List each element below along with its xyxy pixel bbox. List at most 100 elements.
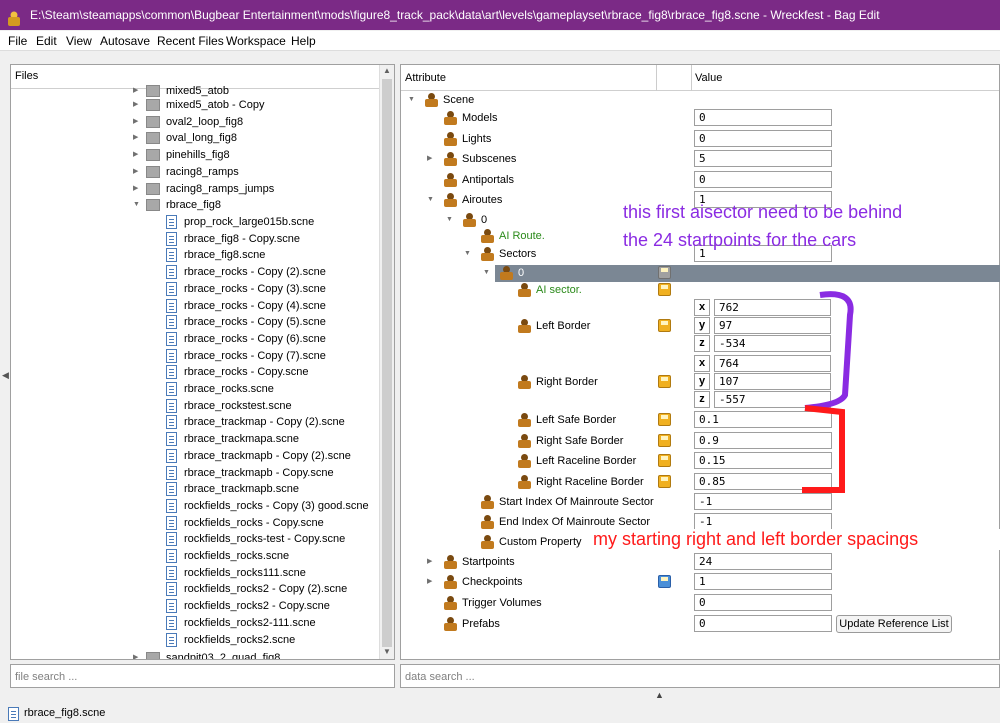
save-icon[interactable] [658, 575, 671, 588]
right-raceline-border-node-label: Right Raceline Border [536, 476, 644, 488]
node-icon [500, 266, 513, 280]
menu-workspace[interactable]: Workspace [226, 34, 286, 48]
trigger-volumes-node[interactable]: Trigger Volumes 0 [0, 594, 1000, 612]
chevron-down-icon[interactable]: ▼ [408, 91, 415, 109]
update-reference-list-button[interactable]: Update Reference List [836, 615, 952, 633]
models-node-value[interactable]: 0 [694, 109, 832, 126]
antiportals-node-label: Antiportals [462, 174, 514, 186]
red-bracket [802, 405, 845, 493]
trigger-volumes-node-value[interactable]: 0 [694, 594, 832, 611]
chevron-down-icon[interactable]: ▼ [427, 191, 434, 209]
file-label: rbrace_rocks - Copy (4).scne [184, 299, 326, 312]
prefabs-node-value[interactable]: 0 [694, 615, 832, 632]
checkpoints-node-value[interactable]: 1 [694, 573, 832, 590]
sectors-node-label: Sectors [499, 248, 537, 260]
save-icon[interactable] [658, 434, 671, 447]
node-icon [518, 475, 531, 489]
node-icon [425, 93, 438, 107]
status-bar: rbrace_fig8.scne [0, 703, 1000, 723]
ai-sector-node-label: AI sector. [536, 284, 582, 296]
file-search-input[interactable]: file search ... [10, 664, 395, 688]
right-border-y-axis-label: y [694, 373, 710, 390]
file-icon [166, 348, 177, 363]
node-icon [444, 555, 457, 569]
app-icon [7, 7, 21, 26]
left-border-z-axis-label: z [694, 335, 710, 352]
menu-autosave[interactable]: Autosave [100, 34, 150, 48]
node-icon [518, 434, 531, 448]
file-icon [8, 707, 19, 721]
node-icon [481, 535, 494, 549]
node-icon [444, 152, 457, 166]
file-item[interactable]: rbrace_rocks - Copy (7).scne [11, 348, 379, 364]
sector-0-node[interactable]: ▼ 0 [0, 264, 1000, 282]
airoutes-node-label: Airoutes [462, 194, 503, 206]
node-icon [444, 111, 457, 125]
file-item[interactable]: rockfields_rocks2.scne [11, 632, 379, 648]
menu-edit[interactable]: Edit [36, 34, 57, 48]
annotation-note-3: my starting right and left border spacin… [593, 529, 1000, 550]
lights-node[interactable]: Lights 0 [0, 130, 1000, 148]
node-icon [444, 617, 457, 631]
node-icon [481, 247, 494, 261]
menu-help[interactable]: Help [291, 34, 316, 48]
value-column-header[interactable]: Value [695, 72, 722, 84]
chevron-right-icon[interactable]: ▶ [427, 553, 432, 571]
chevron-down-icon[interactable]: ▼ [483, 264, 490, 282]
menu-view[interactable]: View [66, 34, 92, 48]
status-file: rbrace_fig8.scne [24, 707, 106, 719]
startpoints-node-value[interactable]: 24 [694, 553, 832, 570]
scene-node[interactable]: ▼ Scene [0, 91, 1000, 109]
save-icon[interactable] [658, 319, 671, 332]
data-search-input[interactable]: data search ... [400, 664, 1000, 688]
chevron-right-icon[interactable]: ▶ [427, 573, 432, 591]
window-title: E:\Steam\steamapps\common\Bugbear Entert… [30, 8, 880, 22]
node-icon [518, 319, 531, 333]
left-safe-border-node-label: Left Safe Border [536, 414, 617, 426]
checkpoints-node-label: Checkpoints [462, 576, 523, 588]
file-label: rbrace_rocks - Copy (7).scne [184, 349, 326, 362]
right-border-node-label: Right Border [536, 376, 598, 388]
save-icon[interactable] [658, 266, 671, 279]
save-icon[interactable] [658, 375, 671, 388]
startpoints-node[interactable]: ▶ Startpoints 24 [0, 553, 1000, 571]
models-node[interactable]: Models 0 [0, 109, 1000, 127]
menu-recent-files[interactable]: Recent Files [157, 34, 224, 48]
annotation-note-1: this first aisector need to be behind [623, 202, 903, 222]
antiportals-node[interactable]: Antiportals 0 [0, 171, 1000, 189]
scroll-down-icon[interactable]: ▼ [383, 647, 391, 656]
title-bar: E:\Steam\steamapps\common\Bugbear Entert… [0, 0, 1000, 30]
save-icon[interactable] [658, 413, 671, 426]
models-node-label: Models [462, 112, 498, 124]
node-icon [444, 173, 457, 187]
attribute-column-header[interactable]: Attribute [405, 72, 446, 84]
left-border-node-label: Left Border [536, 320, 591, 332]
scroll-up-icon[interactable]: ▲ [383, 66, 391, 75]
save-icon[interactable] [658, 475, 671, 488]
save-icon[interactable] [658, 283, 671, 296]
scene-node-label: Scene [443, 94, 475, 106]
chevron-right-icon[interactable]: ▶ [427, 150, 432, 168]
node-icon [518, 454, 531, 468]
chevron-right-icon[interactable]: ▶ [133, 650, 138, 659]
annotation-brackets [802, 291, 854, 493]
node-icon [481, 495, 494, 509]
subscenes-node[interactable]: ▶ Subscenes 5 [0, 150, 1000, 168]
right-border-x-axis-label: x [694, 355, 710, 372]
end-index-node-value[interactable]: -1 [694, 513, 832, 530]
chevron-down-icon[interactable]: ▼ [464, 245, 471, 263]
antiportals-node-value[interactable]: 0 [694, 171, 832, 188]
folder-item[interactable]: ▶ sandpit03_2_quad_fig8 [11, 650, 379, 660]
trigger-volumes-node-label: Trigger Volumes [462, 597, 542, 609]
lights-node-label: Lights [462, 133, 492, 145]
lights-node-value[interactable]: 0 [694, 130, 832, 147]
checkpoints-node[interactable]: ▶ Checkpoints 1 [0, 573, 1000, 591]
expand-up-icon[interactable]: ▲ [655, 690, 664, 700]
subscenes-node-value[interactable]: 5 [694, 150, 832, 167]
menu-file[interactable]: File [8, 34, 27, 48]
folder-label: sandpit03_2_quad_fig8 [166, 652, 281, 660]
file-item[interactable]: rbrace_rocks - Copy (4).scne [11, 298, 379, 314]
file-icon [166, 632, 177, 647]
right-border-z-axis-label: z [694, 391, 710, 408]
save-icon[interactable] [658, 454, 671, 467]
